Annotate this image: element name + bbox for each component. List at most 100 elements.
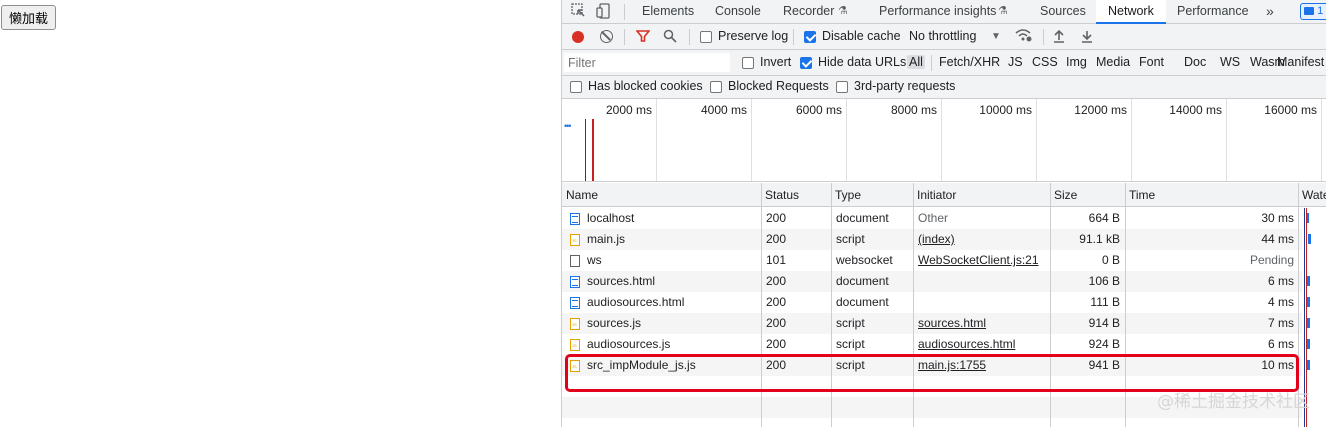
cell-name: main.js [587, 232, 626, 246]
type-filter-manifest[interactable]: Manifest [1277, 55, 1324, 69]
tab-recorder[interactable]: Recorder [783, 0, 834, 24]
search-icon[interactable] [662, 29, 678, 47]
record-icon[interactable] [572, 31, 584, 43]
cell-size: 914 B [1088, 316, 1120, 330]
issues-badge[interactable]: 1 [1300, 3, 1326, 20]
hide-data-urls-checkbox[interactable] [800, 57, 812, 69]
preserve-log-checkbox[interactable] [700, 31, 712, 43]
empty-row [562, 418, 1302, 427]
cell-time: 7 ms [1267, 316, 1294, 330]
cell-size: 106 B [1088, 274, 1120, 288]
cell-time: 30 ms [1261, 211, 1294, 225]
overview-tick-label: 12000 ms [1074, 103, 1127, 117]
cell-time: 6 ms [1267, 274, 1294, 288]
export-har-icon[interactable] [1080, 29, 1094, 47]
invert-checkbox[interactable] [742, 57, 754, 69]
type-filter-ws[interactable]: WS [1220, 55, 1240, 69]
overview-tick-line [846, 99, 847, 181]
cell-initiator: Other [918, 211, 949, 225]
waterfall-bar [1307, 339, 1310, 349]
filter-icon[interactable] [635, 29, 651, 47]
cell-initiator[interactable]: sources.html [918, 313, 1048, 334]
import-har-icon[interactable] [1052, 29, 1066, 47]
type-filter-font[interactable]: Font [1139, 55, 1164, 69]
hide-data-urls-label: Hide data URLs [818, 55, 907, 69]
clear-icon[interactable] [600, 30, 613, 43]
chevron-down-icon[interactable]: ▼ [990, 29, 1002, 45]
type-filter-img[interactable]: Img [1066, 55, 1087, 69]
third-party-requests-checkbox[interactable] [836, 81, 848, 93]
overview-tick-label: 14000 ms [1169, 103, 1222, 117]
column-header-size[interactable]: Size [1050, 183, 1125, 207]
cell-status: 200 [766, 211, 787, 225]
waterfall-bar [1308, 234, 1311, 244]
type-filter-all[interactable]: All [907, 55, 925, 69]
blocked-requests-checkbox[interactable] [710, 81, 722, 93]
column-header-status[interactable]: Status [761, 183, 831, 207]
cell-initiator[interactable]: WebSocketClient.js:21 [918, 250, 1048, 271]
tab-sources[interactable]: Sources [1040, 0, 1086, 24]
has-blocked-cookies-label: Has blocked cookies [588, 79, 703, 93]
waterfall-bar [1307, 297, 1310, 307]
cell-initiator[interactable]: (index) [918, 229, 1048, 250]
cell-status: 101 [766, 253, 787, 267]
request-filters-bar: Has blocked cookies Blocked Requests 3rd… [562, 76, 1326, 99]
type-filter-js[interactable]: JS [1008, 55, 1023, 69]
devtools-tab-bar: Elements Console Recorder ⚗ Performance insi… [562, 0, 1326, 24]
type-filter-doc[interactable]: Doc [1184, 55, 1206, 69]
table-row[interactable]: sources.js 200 script sources.html 914 B 7 ms [562, 313, 1310, 334]
table-row[interactable]: sources.html 200 document 106 B 6 ms [562, 271, 1310, 292]
script-file-icon [570, 339, 580, 351]
cell-type: script [836, 316, 865, 330]
filter-input[interactable] [564, 53, 730, 72]
column-header-type[interactable]: Type [831, 183, 913, 207]
inspect-element-icon[interactable] [570, 3, 586, 22]
disable-cache-label: Disable cache [822, 29, 901, 43]
more-tabs-icon[interactable]: » [1266, 0, 1274, 24]
cell-name: sources.js [587, 316, 642, 330]
overview-tick-line [1321, 99, 1322, 181]
column-header-name[interactable]: Name [562, 183, 761, 207]
document-file-icon [570, 213, 580, 225]
cell-time: 4 ms [1267, 295, 1294, 309]
cell-type: document [836, 274, 889, 288]
type-filter-css[interactable]: CSS [1032, 55, 1058, 69]
cell-name: ws [587, 253, 602, 267]
cell-initiator[interactable]: audiosources.html [918, 334, 1048, 355]
throttling-select[interactable]: No throttling [909, 29, 976, 43]
overview-tick-label: 10000 ms [979, 103, 1032, 117]
column-header-time[interactable]: Time [1125, 183, 1298, 207]
column-header-wate[interactable]: Wate [1298, 183, 1326, 207]
tab-console[interactable]: Console [715, 0, 761, 24]
type-filter-fetch-xhr[interactable]: Fetch/XHR [939, 55, 1000, 69]
tab-performance[interactable]: Performance [1177, 0, 1249, 24]
lazy-load-button[interactable]: 懒加载 [1, 5, 57, 30]
websocket-file-icon [570, 255, 580, 267]
table-row[interactable]: localhost 200 document Other 664 B 30 ms [562, 208, 1309, 229]
cell-time: 6 ms [1267, 337, 1294, 351]
type-filter-media[interactable]: Media [1096, 55, 1130, 69]
disable-cache-checkbox[interactable] [804, 31, 816, 43]
script-file-icon [570, 234, 580, 246]
cell-type: websocket [836, 253, 893, 267]
table-row[interactable]: ws 101 websocket WebSocketClient.js:21 0 B Pe… [562, 250, 1302, 271]
network-overview-timeline[interactable]: 2000 ms 4000 ms 6000 ms 8000 ms 10000 ms 1200… [562, 99, 1326, 182]
blocked-requests-label: Blocked Requests [728, 79, 829, 93]
cell-status: 200 [766, 316, 787, 330]
table-row[interactable]: audiosources.js 200 script audiosources.htm… [562, 334, 1310, 355]
cell-initiator [918, 271, 1048, 292]
network-conditions-icon[interactable] [1014, 27, 1032, 47]
tab-network[interactable]: Network [1096, 0, 1166, 24]
has-blocked-cookies-checkbox[interactable] [570, 81, 582, 93]
tab-performance-insights[interactable]: Performance insights [879, 0, 996, 24]
overview-dots: ••• [564, 121, 572, 131]
tab-elements[interactable]: Elements [642, 0, 694, 24]
column-header-initiator[interactable]: Initiator [913, 183, 1050, 207]
table-row[interactable]: audiosources.html 200 document 111 B 4 ms [562, 292, 1310, 313]
device-toolbar-icon[interactable] [596, 3, 612, 23]
document-file-icon [570, 297, 580, 309]
table-row[interactable]: main.js 200 script (index) 91.1 kB 44 ms [562, 229, 1311, 250]
overview-marker-blue [585, 119, 586, 181]
overview-marker-red [592, 119, 594, 181]
overview-tick-label: 6000 ms [795, 103, 842, 117]
